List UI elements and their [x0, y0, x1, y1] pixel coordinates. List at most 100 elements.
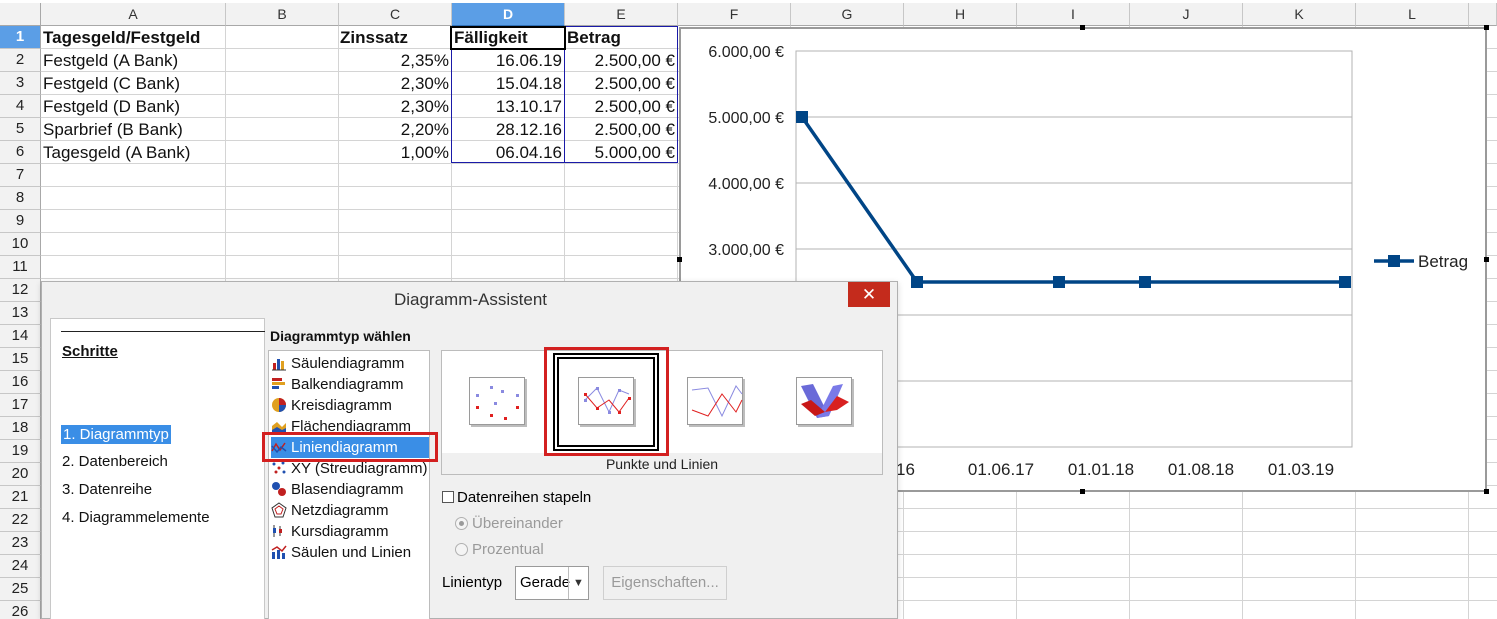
chart-handle-top[interactable]: [1080, 25, 1085, 30]
chart-type-label: Kreisdiagramm: [291, 397, 392, 414]
row-header-26[interactable]: 26: [0, 601, 41, 619]
row-header-1[interactable]: 1: [0, 26, 41, 49]
linetype-value: Gerade: [520, 574, 571, 591]
variant-points-only[interactable]: [469, 377, 525, 425]
y-tick-label: 4.000,00 €: [708, 176, 784, 193]
row-header-13[interactable]: 13: [0, 302, 41, 325]
cell-a4[interactable]: Festgeld (D Bank): [41, 95, 225, 118]
chart-handle-left[interactable]: [677, 257, 682, 262]
column-line-chart-icon: [271, 545, 287, 559]
chart-handle-top-right[interactable]: [1484, 25, 1489, 30]
column-header-e[interactable]: E: [565, 3, 678, 26]
chart-type-bubble-chart[interactable]: Blasendiagramm: [271, 479, 429, 500]
column-header-d[interactable]: D: [452, 3, 565, 26]
chart-type-bar-chart[interactable]: Balkendiagramm: [271, 374, 429, 395]
chart-type-net-chart[interactable]: Netzdiagramm: [271, 500, 429, 521]
cell-c3[interactable]: 2,30%: [338, 72, 451, 95]
radio-percent-option[interactable]: Prozentual: [455, 541, 544, 558]
row-header-22[interactable]: 22: [0, 509, 41, 532]
column-header-g[interactable]: G: [791, 3, 904, 26]
row-header-8[interactable]: 8: [0, 187, 41, 210]
row-header-7[interactable]: 7: [0, 164, 41, 187]
chart-type-column-line-chart[interactable]: Säulen und Linien: [271, 542, 429, 563]
chart-type-column-chart[interactable]: Säulendiagramm: [271, 353, 429, 374]
column-header-c[interactable]: C: [339, 3, 452, 26]
chevron-down-icon[interactable]: ▼: [568, 567, 588, 599]
column-header-h[interactable]: H: [904, 3, 1017, 26]
row-header-5[interactable]: 5: [0, 118, 41, 141]
linetype-select[interactable]: Gerade ▼: [515, 566, 589, 600]
close-button[interactable]: ✕: [848, 282, 890, 307]
chart-type-label: Säulendiagramm: [291, 355, 405, 372]
row-header-10[interactable]: 10: [0, 233, 41, 256]
chart-handle-right[interactable]: [1484, 257, 1489, 262]
row-header-21[interactable]: 21: [0, 486, 41, 509]
row-header-25[interactable]: 25: [0, 578, 41, 601]
chart-type-pie-chart[interactable]: Kreisdiagramm: [271, 395, 429, 416]
row-header-20[interactable]: 20: [0, 463, 41, 486]
variant-lines-only[interactable]: [687, 377, 743, 425]
row-header-12[interactable]: 12: [0, 279, 41, 302]
column-header-f[interactable]: F: [678, 3, 791, 26]
step-data-series[interactable]: 3. Datenreihe: [62, 481, 152, 498]
cell-c2[interactable]: 2,35%: [338, 49, 451, 72]
cell-c5[interactable]: 2,20%: [338, 118, 451, 141]
data-point: [1339, 276, 1351, 288]
row-header-16[interactable]: 16: [0, 371, 41, 394]
cell-c1[interactable]: Zinssatz: [338, 26, 451, 49]
row-header-4[interactable]: 4: [0, 95, 41, 118]
column-header-j[interactable]: J: [1130, 3, 1243, 26]
row-header-17[interactable]: 17: [0, 394, 41, 417]
radio-percent[interactable]: [455, 543, 468, 556]
variant-3d-lines[interactable]: [796, 377, 852, 425]
cell-a2[interactable]: Festgeld (A Bank): [41, 49, 225, 72]
radio-stacked[interactable]: [455, 517, 468, 530]
chart-handle-bottom-right[interactable]: [1484, 489, 1489, 494]
row-header-11[interactable]: 11: [0, 256, 41, 279]
steps-divider: [61, 331, 265, 332]
row-header-14[interactable]: 14: [0, 325, 41, 348]
radio-stacked-option[interactable]: Übereinander: [455, 515, 563, 532]
step-chart-type[interactable]: 1. Diagrammtyp: [61, 425, 171, 444]
step-data-range[interactable]: 2. Datenbereich: [62, 453, 168, 470]
column-header-k[interactable]: K: [1243, 3, 1356, 26]
row-header-2[interactable]: 2: [0, 49, 41, 72]
row-header-9[interactable]: 9: [0, 210, 41, 233]
row-header-15[interactable]: 15: [0, 348, 41, 371]
cell-a1[interactable]: Tagesgeld/Festgeld: [41, 26, 225, 49]
y-tick-label: 6.000,00 €: [708, 44, 784, 61]
dialog-title: Diagramm-Assistent: [393, 290, 548, 309]
cell-a3[interactable]: Festgeld (C Bank): [41, 72, 225, 95]
chart-type-stock-chart[interactable]: Kursdiagramm: [271, 521, 429, 542]
select-all-corner[interactable]: [0, 3, 41, 26]
column-header-i[interactable]: I: [1017, 3, 1130, 26]
stack-series-option[interactable]: Datenreihen stapeln: [442, 489, 591, 506]
row-header-19[interactable]: 19: [0, 440, 41, 463]
x-tick-label: 01.03.19: [1268, 460, 1334, 479]
column-header-l[interactable]: L: [1356, 3, 1469, 26]
step-chart-elements[interactable]: 4. Diagrammelemente: [62, 509, 210, 526]
chart-type-label: Netzdiagramm: [291, 502, 389, 519]
stack-series-checkbox[interactable]: [442, 491, 454, 503]
y-tick-label: 5.000,00 €: [708, 110, 784, 127]
row-header-24[interactable]: 24: [0, 555, 41, 578]
legend-label: Betrag: [1418, 252, 1468, 271]
row-header-23[interactable]: 23: [0, 532, 41, 555]
cell-c6[interactable]: 1,00%: [338, 141, 451, 164]
selection-range-e: [564, 26, 678, 163]
cell-a5[interactable]: Sparbrief (B Bank): [41, 118, 225, 141]
selection-range-d: [451, 49, 565, 163]
stack-series-label: Datenreihen stapeln: [457, 489, 592, 506]
column-header-a[interactable]: A: [41, 3, 226, 26]
column-header-next[interactable]: [1469, 3, 1497, 26]
row-header-6[interactable]: 6: [0, 141, 41, 164]
row-header-18[interactable]: 18: [0, 417, 41, 440]
column-header-b[interactable]: B: [226, 3, 339, 26]
data-point: [911, 276, 923, 288]
chart-type-list[interactable]: Säulendiagramm Balkendiagramm Kreisdiagram…: [268, 350, 430, 619]
properties-button[interactable]: Eigenschaften...: [603, 566, 727, 600]
cell-a6[interactable]: Tagesgeld (A Bank): [41, 141, 225, 164]
row-header-3[interactable]: 3: [0, 72, 41, 95]
cell-c4[interactable]: 2,30%: [338, 95, 451, 118]
chart-handle-bottom[interactable]: [1080, 489, 1085, 494]
